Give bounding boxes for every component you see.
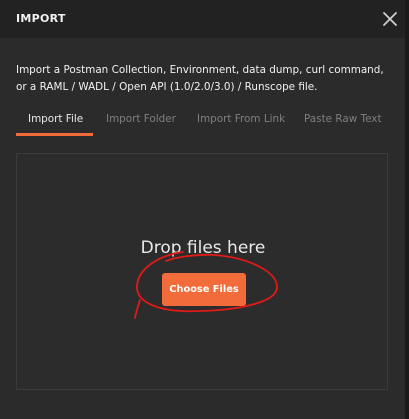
choose-files-button[interactable]: Choose Files	[162, 273, 246, 306]
close-icon[interactable]	[380, 9, 400, 29]
import-description: Import a Postman Collection, Environment…	[16, 64, 384, 93]
dialog-title: IMPORT	[16, 12, 66, 25]
tab-import-file[interactable]: Import File	[28, 113, 83, 125]
import-dialog: IMPORT Import a Postman Collection, Envi…	[0, 0, 405, 419]
file-drop-zone[interactable]: Drop files here Choose Files	[16, 153, 388, 390]
tab-import-folder[interactable]: Import Folder	[106, 113, 176, 125]
tab-import-from-link[interactable]: Import From Link	[197, 113, 285, 125]
dialog-header: IMPORT	[0, 0, 405, 38]
window-edge	[405, 0, 409, 419]
tab-paste-raw-text[interactable]: Paste Raw Text	[304, 113, 382, 125]
drop-files-text: Drop files here	[140, 238, 266, 258]
import-tabs: Import File Import Folder Import From Li…	[16, 113, 388, 137]
active-tab-indicator	[16, 133, 93, 136]
